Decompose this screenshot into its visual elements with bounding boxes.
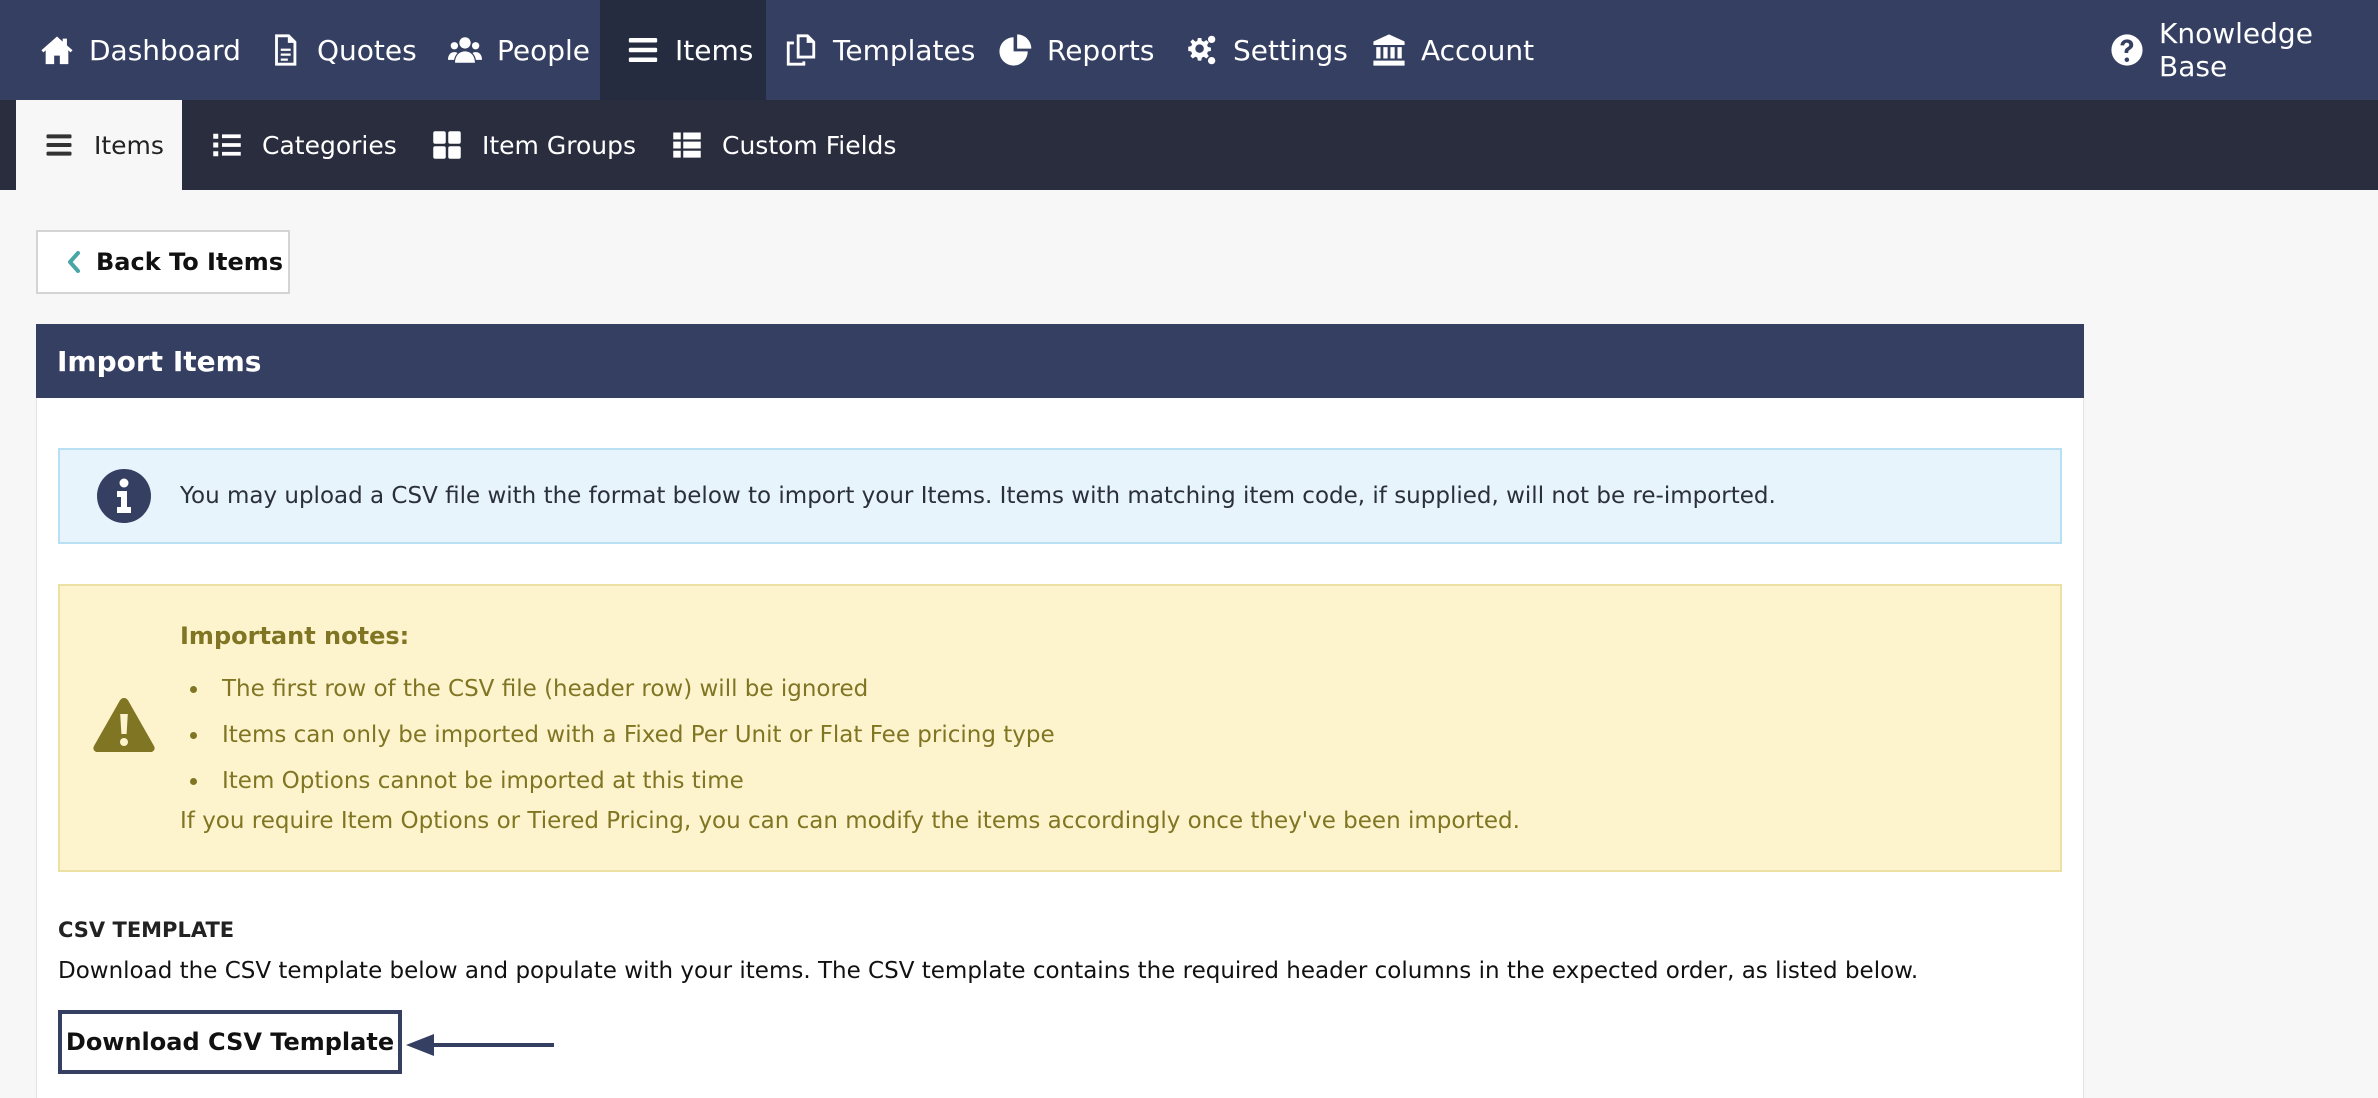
warning-icon [93, 698, 155, 752]
bars-icon [46, 134, 72, 156]
important-notes-alert: Important notes: The first row of the CS… [58, 584, 2062, 872]
pie-chart-icon [999, 34, 1032, 66]
back-to-items-button[interactable]: Back To Items [36, 230, 290, 294]
top-navigation: Dashboard Quotes People Items Templates … [0, 0, 2378, 100]
info-alert: You may upload a CSV file with the forma… [58, 448, 2062, 544]
subnav-custom-fields[interactable]: Custom Fields [672, 100, 896, 190]
panel-title: Import Items [57, 344, 262, 378]
users-icon [448, 37, 482, 63]
info-text: You may upload a CSV file with the forma… [180, 483, 1776, 509]
arrow-left-icon [406, 1034, 554, 1056]
nav-label: Reports [1047, 33, 1155, 67]
nav-label: Dashboard [89, 33, 241, 67]
table-list-icon [673, 132, 701, 158]
csv-template-heading: CSV TEMPLATE [58, 918, 235, 942]
list-item: Items can only be imported with a Fixed … [210, 712, 1055, 758]
csv-template-description: Download the CSV template below and popu… [58, 958, 1919, 984]
back-button-label: Back To Items [96, 248, 284, 276]
nav-people[interactable]: People [448, 0, 590, 100]
nav-templates[interactable]: Templates [784, 0, 975, 100]
subnav-items[interactable]: Items [16, 100, 182, 190]
home-icon [41, 36, 73, 65]
subnav-label: Custom Fields [722, 130, 897, 160]
nav-quotes[interactable]: Quotes [268, 0, 417, 100]
nav-dashboard[interactable]: Dashboard [40, 0, 241, 100]
subnav-label: Items [94, 130, 164, 160]
subnav-label: Item Groups [482, 130, 636, 160]
subnav-categories[interactable]: Categories [212, 100, 397, 190]
list-item: The first row of the CSV file (header ro… [210, 666, 1055, 712]
chevron-left-icon [68, 251, 80, 273]
nav-label: Quotes [317, 33, 417, 67]
subnav-item-groups[interactable]: Item Groups [432, 100, 636, 190]
notes-footer: If you require Item Options or Tiered Pr… [180, 808, 1520, 834]
nav-label: Settings [1233, 33, 1348, 67]
nav-knowledge-base[interactable]: Knowledge Base [2110, 0, 2378, 100]
gears-icon [1188, 35, 1216, 65]
info-circle-icon [97, 469, 151, 523]
nav-account[interactable]: Account [1372, 0, 1534, 100]
nav-settings[interactable]: Settings [1184, 0, 1348, 100]
notes-title: Important notes: [180, 622, 410, 650]
nav-label: People [497, 33, 591, 67]
download-csv-template-button[interactable]: Download CSV Template [58, 1010, 402, 1074]
download-button-label: Download CSV Template [65, 1028, 395, 1056]
grid-icon [433, 131, 461, 159]
nav-items[interactable]: Items [600, 0, 766, 100]
bars-icon [628, 37, 658, 63]
panel-header: Import Items [36, 324, 2084, 398]
copy-icon [786, 34, 816, 66]
document-icon [275, 34, 297, 66]
nav-reports[interactable]: Reports [998, 0, 1154, 100]
nav-label: Account [1421, 33, 1535, 67]
sub-navigation: Items Categories Item Groups Custom Fiel… [0, 100, 2378, 190]
list-icon [213, 133, 241, 157]
question-circle-icon [2111, 34, 2143, 66]
notes-list: The first row of the CSV file (header ro… [210, 666, 1055, 804]
nav-label: Knowledge Base [2159, 17, 2313, 83]
nav-label: Items [675, 33, 754, 67]
nav-label: Templates [833, 33, 976, 67]
list-item: Item Options cannot be imported at this … [210, 758, 1055, 804]
subnav-label: Categories [262, 130, 397, 160]
bank-icon [1373, 34, 1405, 66]
